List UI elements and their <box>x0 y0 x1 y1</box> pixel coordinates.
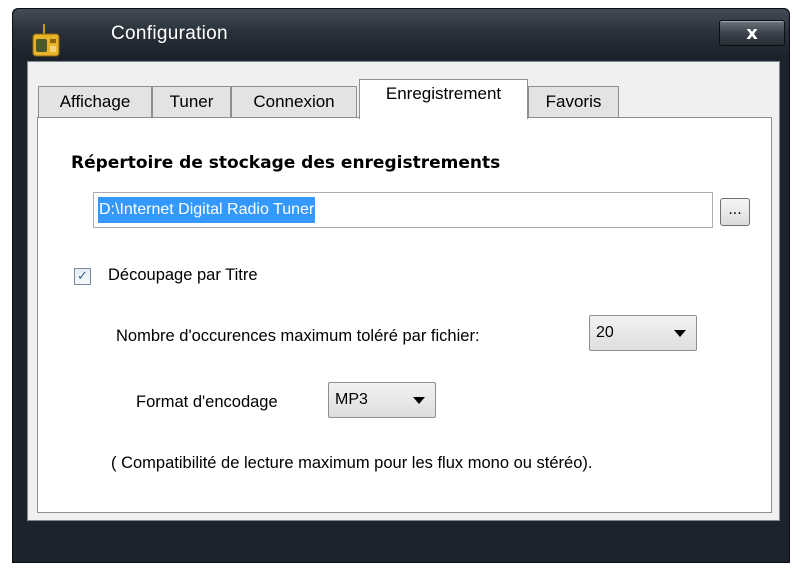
storage-directory-title: Répertoire de stockage des enregistremen… <box>71 153 501 173</box>
split-by-title-checkbox[interactable]: ✓ <box>74 268 91 285</box>
storage-directory-input[interactable]: D:\Internet Digital Radio Tuner <box>93 192 713 228</box>
enregistrement-panel: Répertoire de stockage des enregistremen… <box>37 117 772 513</box>
split-by-title-label: Découpage par Titre <box>108 266 258 284</box>
close-button[interactable]: x <box>719 20 785 46</box>
browse-button[interactable]: ... <box>720 198 750 226</box>
tab-tuner[interactable]: Tuner <box>152 86 231 118</box>
close-icon: x <box>746 23 758 44</box>
tab-favoris[interactable]: Favoris <box>528 86 619 118</box>
tab-connexion[interactable]: Connexion <box>231 86 357 118</box>
checkmark-icon: ✓ <box>77 269 88 284</box>
tab-affichage[interactable]: Affichage <box>38 86 152 118</box>
tab-label: Connexion <box>253 92 335 111</box>
tab-label: Favoris <box>545 92 602 111</box>
chevron-down-icon <box>674 330 686 337</box>
tab-label: Enregistrement <box>385 84 502 103</box>
compatibility-note: ( Compatibilité de lecture maximum pour … <box>111 454 593 472</box>
encoding-format-value: MP3 <box>335 391 368 408</box>
window-title: Configuration <box>111 23 228 44</box>
max-occurrences-value: 20 <box>596 324 614 341</box>
max-occurrences-select[interactable]: 20 <box>589 315 697 351</box>
chevron-down-icon <box>413 397 425 404</box>
tab-label: Tuner <box>169 92 214 111</box>
encoding-format-select[interactable]: MP3 <box>328 382 436 418</box>
configuration-window: Configuration x Affichage Tuner Connexio… <box>12 8 790 563</box>
tab-label: Affichage <box>59 92 131 111</box>
radio-icon <box>32 24 60 57</box>
max-occurrences-label: Nombre d'occurences maximum toléré par f… <box>116 327 480 345</box>
storage-directory-value: D:\Internet Digital Radio Tuner <box>98 197 316 223</box>
dialog-body: Affichage Tuner Connexion Enregistrement… <box>27 61 780 521</box>
title-bar[interactable]: Configuration x <box>13 9 789 59</box>
browse-label: ... <box>728 202 742 218</box>
tab-enregistrement[interactable]: Enregistrement <box>359 79 528 119</box>
encoding-format-label: Format d'encodage <box>136 393 278 411</box>
